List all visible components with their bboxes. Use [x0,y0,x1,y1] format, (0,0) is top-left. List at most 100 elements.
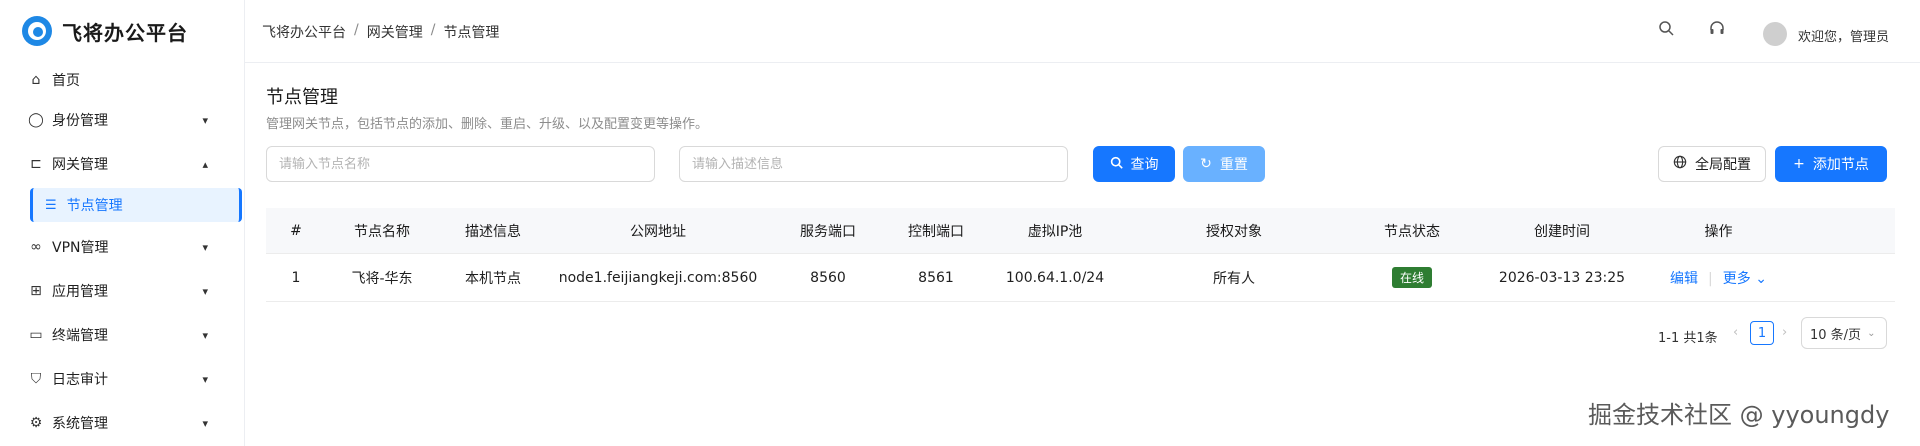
logo-text: 飞将办公平台 [62,20,188,45]
add-node-label: 添加节点 [1812,157,1869,173]
reset-button[interactable]: ↻ 重置 [1183,146,1265,182]
sidebar-item-gateway[interactable]: ⊏ 网关管理 ▴ [8,146,236,182]
sidebar-item-node-management[interactable]: ☰ 节点管理 [30,188,242,222]
list-icon: ☰ [45,197,57,213]
description-input[interactable] [679,146,1068,182]
chevron-down-icon: ▾ [202,416,208,430]
prev-page-icon[interactable]: ‹ [1733,325,1738,340]
sidebar-item-label: 日志审计 [52,372,108,388]
sidebar-item-apps[interactable]: ⊞ 应用管理 ▾ [8,273,236,309]
col-header: 虚拟IP池 [1027,223,1083,240]
next-page-icon[interactable]: › [1782,325,1787,340]
sidebar-item-identity[interactable]: ◯ 身份管理 ▾ [8,102,236,138]
query-button-label: 查询 [1130,157,1159,173]
user-icon: ◯ [28,112,44,128]
cell-ip-pool: 100.64.1.0/24 [1005,269,1105,286]
cell-status: 在线 [1342,267,1482,288]
sidebar-item-label: 终端管理 [52,328,108,344]
shield-icon: ⛉ [30,371,42,387]
pagination-total: 1-1 共1条 [1658,331,1718,346]
query-button[interactable]: 查询 [1093,146,1175,182]
cell-description: 本机节点 [465,270,521,287]
sidebar-item-label: 身份管理 [52,113,108,129]
page-size-select[interactable]: 10 条/页 ⌄ [1801,317,1887,349]
sidebar-item-label: 应用管理 [52,284,108,300]
chevron-down-icon: ▾ [202,113,208,127]
chevron-down-icon: ⌄ [1755,270,1767,287]
cell-public-address: node1.feijiangkeji.com:8560 [558,269,758,286]
col-header: 节点状态 [1384,223,1440,240]
action-divider: | [1708,270,1713,287]
sidebar-item-home[interactable]: ⌂ 首页 [8,62,236,98]
breadcrumb-separator: / [430,22,436,38]
col-header: 节点名称 [354,223,410,240]
watermark: 掘金技术社区 @ yyoungdy [1588,401,1890,429]
cell-actions: 编辑 | 更多 ⌄ [1642,268,1795,288]
page-title: 节点管理 [266,87,338,108]
cell-index: 1 [291,269,301,286]
refresh-icon: ↻ [1200,156,1212,172]
headset-icon[interactable] [1709,20,1725,40]
col-header: 服务端口 [800,223,856,240]
node-name-input[interactable] [266,146,655,182]
sidebar-item-audit[interactable]: ⛉ 日志审计 ▾ [8,361,236,397]
table-row: 1 飞将-华东 本机节点 node1.feijiangkeji.com:8560… [266,254,1895,302]
page-size-value: 10 条/页 [1810,327,1862,343]
main-content: 节点管理 管理网关节点，包括节点的添加、删除、重启、升级、以及配置变更等操作。 … [245,63,1920,446]
table-header: # 节点名称 描述信息 公网地址 服务端口 控制端口 虚拟IP池 授权对象 节点… [266,208,1895,254]
reset-button-label: 重置 [1219,157,1248,173]
chevron-up-icon: ▴ [202,157,208,171]
chevron-down-icon: ▾ [202,284,208,298]
col-header: 操作 [1704,223,1733,240]
sidebar: 飞将办公平台 ⌂ 首页 ◯ 身份管理 ▾ ⊏ 网关管理 ▴ ☰ 节点管理 ∞ V… [0,0,245,446]
sidebar-item-label: VPN管理 [52,240,109,256]
welcome-text[interactable]: 欢迎您，管理员 [1798,26,1889,45]
sidebar-item-terminal[interactable]: ▭ 终端管理 ▾ [8,317,236,353]
col-header: 描述信息 [465,223,521,240]
page-number[interactable]: 1 [1750,321,1774,345]
search-icon[interactable] [1658,20,1674,40]
edit-link[interactable]: 编辑 [1670,271,1698,287]
chevron-down-icon: ⌄ [1867,327,1876,339]
sidebar-item-label: 节点管理 [66,198,123,214]
top-header: 飞将办公平台 / 网关管理 / 节点管理 欢迎您，管理员 [245,0,1920,63]
add-node-button[interactable]: + 添加节点 [1775,146,1887,182]
globe-icon [1673,155,1687,173]
chevron-down-icon: ▾ [202,240,208,254]
cell-control-port: 8561 [918,269,954,286]
laptop-icon: ▭ [29,327,43,343]
gear-icon: ⚙ [29,415,43,431]
col-header: # [290,222,302,239]
more-dropdown[interactable]: 更多 ⌄ [1723,271,1767,287]
search-icon [1110,156,1123,173]
sidebar-item-vpn[interactable]: ∞ VPN管理 ▾ [8,229,236,265]
plus-icon: + [1793,156,1805,172]
breadcrumb-item: 节点管理 [443,25,500,41]
col-header: 创建时间 [1534,223,1590,240]
status-badge: 在线 [1391,267,1432,288]
global-config-label: 全局配置 [1695,157,1751,173]
global-config-button[interactable]: 全局配置 [1658,146,1766,182]
cell-created: 2026-03-13 23:25 [1498,269,1626,286]
logo-icon [22,16,52,46]
cell-authorized: 所有人 [1213,270,1255,287]
sidebar-item-label: 网关管理 [52,157,108,173]
logo: 飞将办公平台 [0,0,244,62]
avatar[interactable] [1763,22,1787,46]
breadcrumb: 飞将办公平台 / 网关管理 / 节点管理 [262,22,499,42]
breadcrumb-item[interactable]: 网关管理 [367,22,423,42]
sidebar-item-label: 首页 [52,73,80,89]
page-description: 管理网关节点，包括节点的添加、删除、重启、升级、以及配置变更等操作。 [266,117,709,132]
link-icon: ∞ [30,239,42,255]
breadcrumb-separator: / [354,22,359,38]
chevron-down-icon: ▾ [202,328,208,342]
cell-service-port: 8560 [810,269,846,286]
col-header: 授权对象 [1206,223,1262,240]
home-icon: ⌂ [31,72,41,88]
cell-node-name: 飞将-华东 [351,270,413,287]
more-label: 更多 [1722,270,1751,287]
breadcrumb-item[interactable]: 飞将办公平台 [262,22,346,42]
sidebar-item-system[interactable]: ⚙ 系统管理 ▾ [8,405,236,441]
apps-icon: ⊞ [30,283,42,299]
col-header: 公网地址 [630,223,686,240]
